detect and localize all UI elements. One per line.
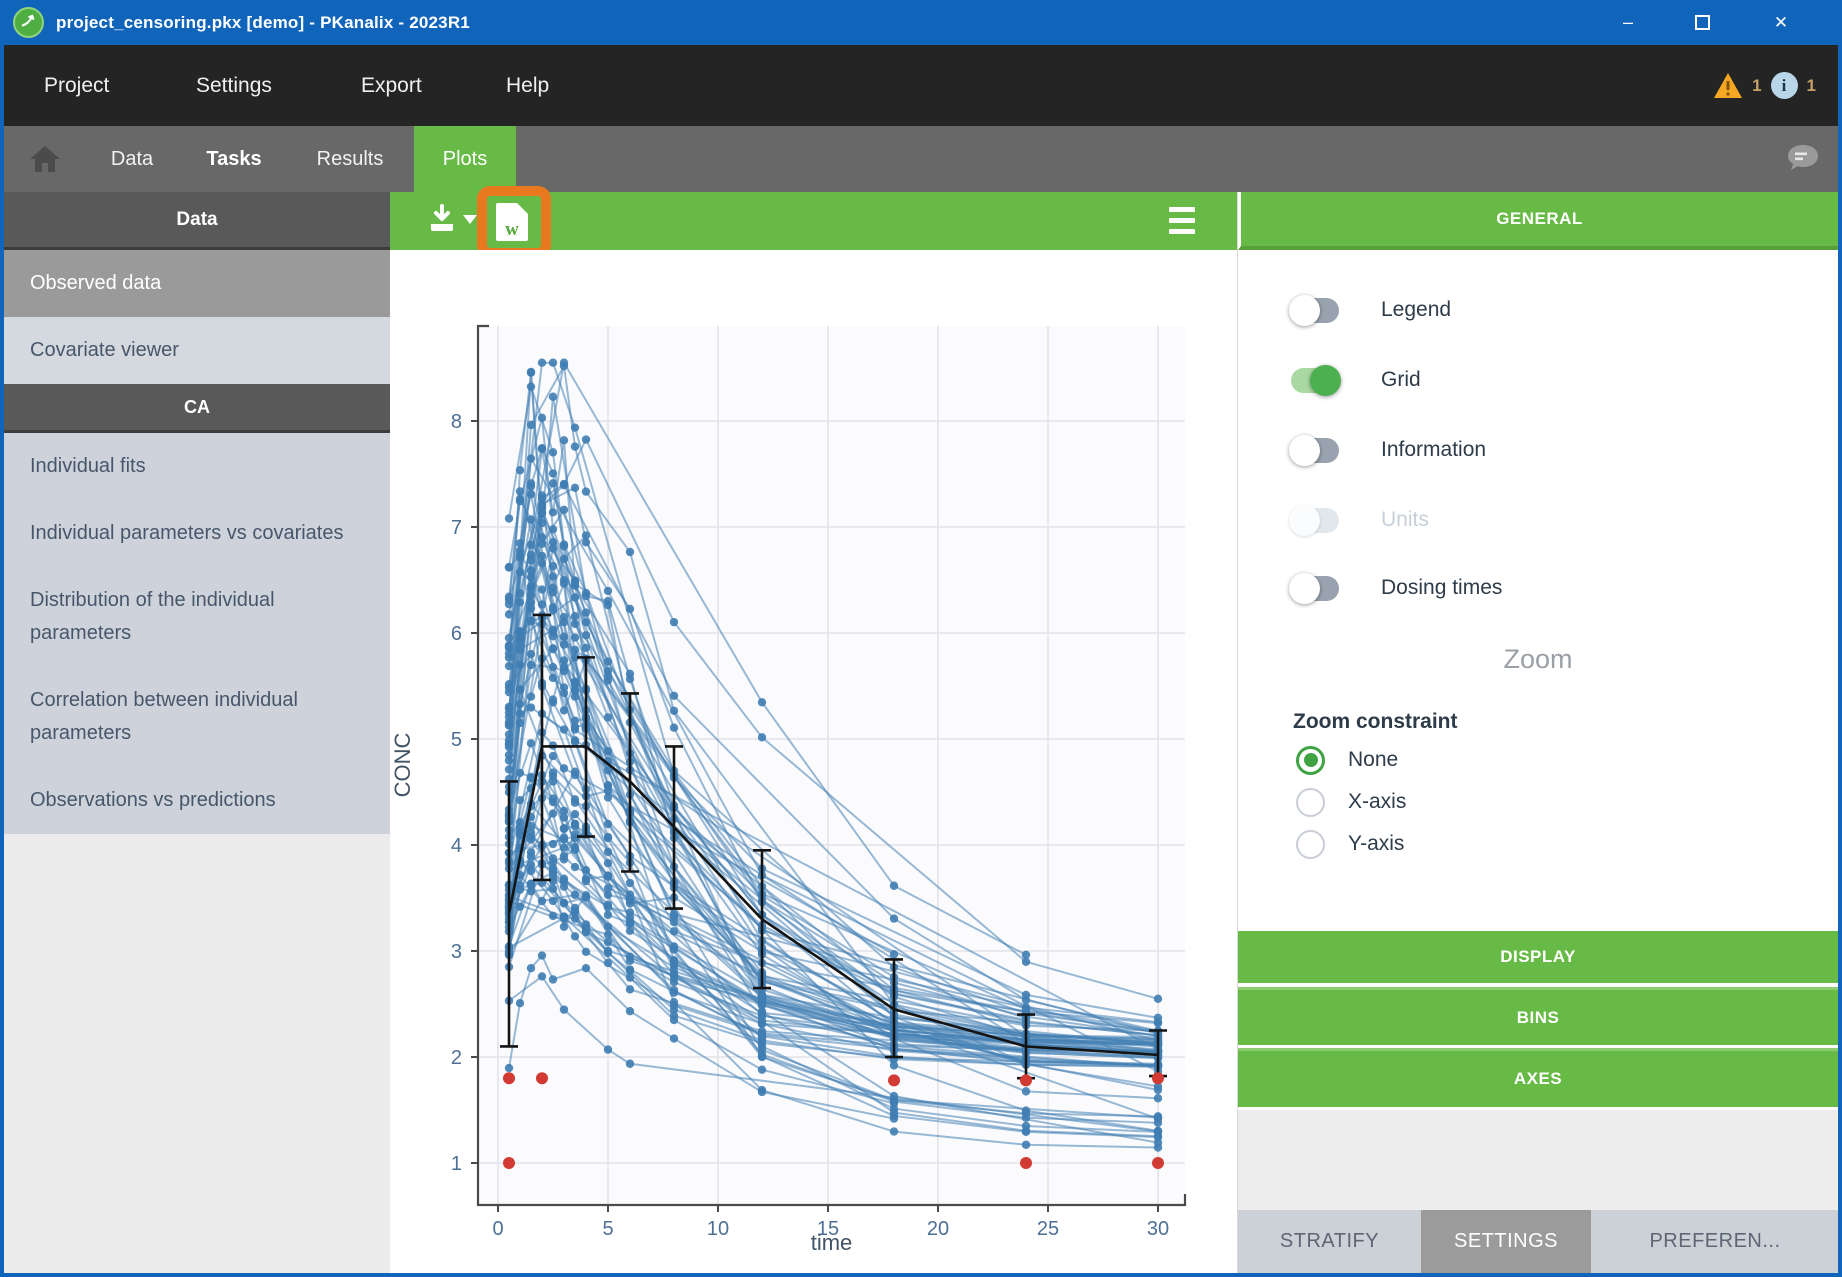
bottom-tab-preferen[interactable]: PREFEREN...	[1591, 1210, 1839, 1273]
plots-sidebar: DataObserved dataCovariate viewerCAIndiv…	[4, 192, 390, 1273]
maximize-icon	[1695, 15, 1710, 30]
radio-label: None	[1348, 748, 1398, 772]
axes-button[interactable]: AXES	[1238, 1048, 1838, 1107]
svg-text:5: 5	[451, 729, 462, 751]
window-border-right	[1838, 45, 1842, 1277]
svg-text:6: 6	[451, 623, 462, 645]
svg-text:5: 5	[602, 1218, 613, 1240]
app-logo-icon	[13, 7, 44, 38]
tab-data[interactable]: Data	[94, 126, 170, 192]
sidebar-item-correlation-between-individual-parameters[interactable]: Correlation between individual parameter…	[4, 667, 390, 767]
svg-text:30: 30	[1147, 1218, 1169, 1240]
menu-item-export[interactable]: Export	[361, 45, 422, 126]
svg-text:0: 0	[492, 1218, 503, 1240]
plot-canvas[interactable]: 12345678051015202530timeCONC	[390, 250, 1237, 1273]
svg-text:3: 3	[451, 941, 462, 963]
maximize-button[interactable]	[1679, 0, 1725, 45]
app-window: project_censoring.pkx [demo] - PKanalix …	[0, 0, 1842, 1277]
download-button[interactable]	[428, 204, 477, 234]
info-icon[interactable]: i	[1771, 72, 1798, 99]
toggle-label: Information	[1381, 438, 1486, 462]
toggle-row-dosing-times: Dosing times	[1291, 570, 1502, 606]
toggle-information[interactable]	[1291, 438, 1339, 463]
zoom-section-title: Zoom	[1238, 644, 1838, 675]
general-section-header[interactable]: GENERAL	[1238, 192, 1838, 250]
svg-text:8: 8	[451, 411, 462, 433]
svg-text:25: 25	[1037, 1218, 1059, 1240]
minimize-button[interactable]: –	[1605, 0, 1651, 45]
toggle-legend[interactable]	[1291, 298, 1339, 323]
menu-item-settings[interactable]: Settings	[196, 45, 272, 126]
window-title: project_censoring.pkx [demo] - PKanalix …	[56, 0, 470, 45]
warning-icon[interactable]	[1713, 72, 1743, 99]
plot-toolbar: w	[390, 192, 1237, 250]
display-button[interactable]: DISPLAY	[1238, 931, 1838, 983]
toggle-label: Grid	[1381, 368, 1421, 392]
sidebar-item-individual-parameters-vs-covariates[interactable]: Individual parameters vs covariates	[4, 500, 390, 567]
main-tab-bar: Data Tasks Results Plots	[4, 126, 1838, 192]
toggle-row-legend: Legend	[1291, 292, 1451, 328]
toggle-label: Legend	[1381, 298, 1451, 322]
svg-text:2: 2	[451, 1047, 462, 1069]
radio-none[interactable]	[1296, 746, 1325, 775]
bottom-tab-stratify[interactable]: STRATIFY	[1238, 1210, 1421, 1273]
radio-row-x-axis[interactable]: X-axis	[1296, 786, 1406, 818]
radio-row-none[interactable]: None	[1296, 744, 1398, 776]
window-border-left	[0, 45, 4, 1277]
radio-x-axis[interactable]	[1296, 788, 1325, 817]
svg-text:20: 20	[927, 1218, 949, 1240]
toggle-row-units: Units	[1291, 502, 1429, 538]
radio-label: Y-axis	[1348, 832, 1404, 856]
status-badges: 1 i 1	[1713, 45, 1816, 126]
svg-text:1: 1	[451, 1153, 462, 1175]
sidebar-item-distribution-of-the-individual-parameters[interactable]: Distribution of the individual parameter…	[4, 567, 390, 667]
window-border-bottom	[0, 1273, 1842, 1277]
toggle-units	[1291, 508, 1339, 533]
sidebar-item-observations-vs-predictions[interactable]: Observations vs predictions	[4, 767, 390, 834]
menu-item-help[interactable]: Help	[506, 45, 549, 126]
sidebar-section-data: Data	[4, 192, 390, 250]
radio-y-axis[interactable]	[1296, 830, 1325, 859]
toggle-grid[interactable]	[1291, 368, 1339, 393]
toggle-row-information: Information	[1291, 432, 1486, 468]
tab-results[interactable]: Results	[312, 126, 388, 192]
toggle-dosing-times[interactable]	[1291, 576, 1339, 601]
bottom-tab-settings[interactable]: SETTINGS	[1421, 1210, 1591, 1273]
download-icon	[428, 204, 456, 234]
menu-item-project[interactable]: Project	[44, 45, 109, 126]
sidebar-item-covariate-viewer[interactable]: Covariate viewer	[4, 317, 390, 384]
sidebar-item-individual-fits[interactable]: Individual fits	[4, 433, 390, 500]
close-button[interactable]: ✕	[1758, 0, 1804, 45]
tab-tasks[interactable]: Tasks	[200, 126, 268, 192]
plot-menu-icon[interactable]	[1169, 207, 1195, 234]
zoom-constraint-label: Zoom constraint	[1293, 710, 1458, 734]
home-icon[interactable]	[28, 142, 62, 176]
annotation-highlight-box	[477, 186, 551, 258]
svg-text:10: 10	[707, 1218, 729, 1240]
sidebar-item-observed-data[interactable]: Observed data	[4, 250, 390, 317]
toggle-row-grid: Grid	[1291, 362, 1421, 398]
y-axis-label: CONC	[390, 733, 415, 798]
download-dropdown-caret[interactable]	[463, 215, 477, 224]
settings-panel: GENERAL Legend Grid Information Units Dosing…	[1237, 192, 1838, 1273]
radio-row-y-axis[interactable]: Y-axis	[1296, 828, 1404, 860]
observed-data-chart: 12345678051015202530timeCONC	[390, 250, 1237, 1273]
x-axis-label: time	[811, 1230, 853, 1255]
title-bar: project_censoring.pkx [demo] - PKanalix …	[0, 0, 1842, 45]
toggle-label: Units	[1381, 508, 1429, 532]
radio-label: X-axis	[1348, 790, 1406, 814]
bins-button[interactable]: BINS	[1238, 987, 1838, 1045]
toggle-label: Dosing times	[1381, 576, 1502, 600]
info-count: 1	[1807, 76, 1816, 96]
feedback-bubble-icon[interactable]	[1786, 143, 1820, 173]
svg-text:7: 7	[451, 517, 462, 539]
warning-count: 1	[1752, 76, 1761, 96]
sidebar-section-ca: CA	[4, 384, 390, 433]
tab-plots[interactable]: Plots	[414, 126, 516, 192]
svg-text:4: 4	[451, 835, 462, 857]
menu-bar: Project Settings Export Help 1 i 1	[4, 45, 1838, 126]
